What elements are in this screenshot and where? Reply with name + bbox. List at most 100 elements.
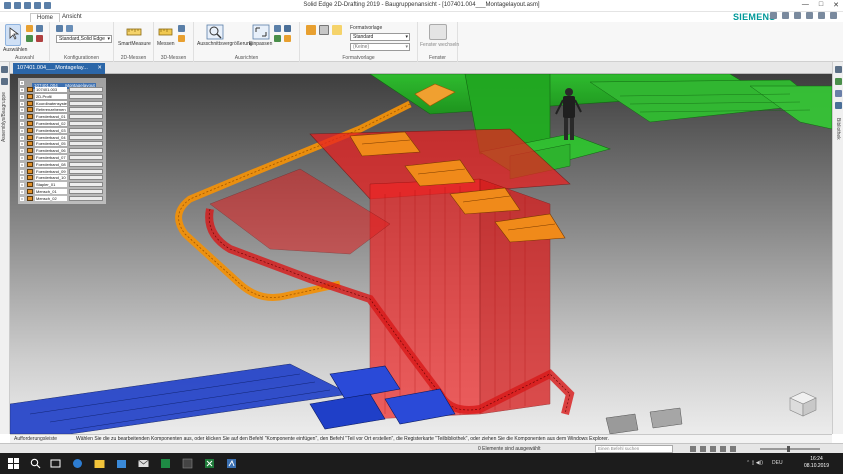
visibility-checkbox[interactable]: [20, 183, 24, 188]
measure-angle-icon[interactable]: [178, 35, 185, 42]
rotate-icon[interactable]: [274, 25, 281, 32]
tree-item[interactable]: Foerderband_08: [20, 161, 104, 168]
visibility-checkbox[interactable]: [20, 115, 24, 120]
close-button[interactable]: ✕: [833, 1, 839, 9]
select-tools-icon[interactable]: [36, 25, 43, 32]
app-icon-dark[interactable]: [182, 458, 193, 469]
excel-icon[interactable]: [204, 458, 215, 469]
visibility-checkbox[interactable]: [20, 101, 24, 106]
visibility-checkbox[interactable]: [20, 162, 24, 167]
switch-window-icon[interactable]: [429, 24, 447, 40]
task-view-icon[interactable]: [50, 458, 61, 469]
einpassen-button[interactable]: Einpassen: [249, 41, 272, 47]
gray-objects[interactable]: [605, 407, 683, 434]
tree-item-field[interactable]: [69, 121, 103, 126]
visibility-checkbox[interactable]: [20, 135, 24, 140]
file-explorer-icon[interactable]: [94, 458, 105, 469]
visibility-checkbox[interactable]: [20, 108, 24, 113]
cube-edges-icon[interactable]: [332, 25, 342, 35]
config-combo[interactable]: Standard,Solid Edge ▾: [56, 35, 112, 43]
tree-item[interactable]: Foerderband_05: [20, 141, 104, 147]
visibility-checkbox[interactable]: [20, 169, 24, 174]
tree-item[interactable]: Foerderband_01: [20, 114, 104, 120]
tree-item-field[interactable]: [69, 148, 103, 154]
visibility-checkbox[interactable]: [20, 156, 24, 160]
tree-item-field[interactable]: [69, 100, 103, 106]
right-panel-label[interactable]: Bibliothek: [835, 118, 841, 140]
visibility-checkbox[interactable]: [20, 81, 24, 85]
tree-item-field[interactable]: [69, 87, 103, 92]
graphics-viewport[interactable]: 107401.004___Montagelayout 107401.003 2D-…: [10, 74, 832, 434]
messen-button[interactable]: Messen: [157, 41, 175, 47]
select-button-label[interactable]: Auswählen: [3, 47, 27, 53]
system-clock[interactable]: 16:24 08.10.2019: [804, 456, 829, 470]
format-filter-combo[interactable]: (Keine) ▾: [350, 43, 410, 51]
tree-item-field[interactable]: [69, 175, 103, 181]
fit-icon[interactable]: [252, 24, 270, 40]
ausschnitt-button[interactable]: Ausschnittsvergrößerung: [197, 41, 253, 47]
visibility-checkbox[interactable]: [20, 142, 24, 147]
tree-item-field[interactable]: [69, 134, 103, 140]
measure-distance-icon[interactable]: [178, 25, 185, 32]
app-icon-green[interactable]: [160, 458, 171, 469]
select-filter-icon[interactable]: [26, 25, 33, 32]
view-icon-4[interactable]: [720, 446, 726, 452]
zoom-slider-track[interactable]: [760, 448, 820, 450]
view-icon-3[interactable]: [710, 446, 716, 452]
close-icon[interactable]: ✕: [97, 65, 102, 71]
tree-item-field[interactable]: [69, 161, 103, 167]
tree-item[interactable]: Foerderband_07: [20, 155, 104, 161]
panel-icon-1[interactable]: [835, 66, 842, 73]
view-icon-5[interactable]: [730, 446, 736, 452]
layers-panel-icon[interactable]: [1, 78, 8, 85]
blue-pallets[interactable]: [10, 363, 456, 434]
panel-icon-3[interactable]: [835, 90, 842, 97]
tree-item-field[interactable]: [69, 127, 103, 133]
visibility-checkbox[interactable]: [20, 128, 24, 133]
visibility-checkbox[interactable]: [20, 190, 24, 194]
assembly-3d-scene[interactable]: [10, 74, 832, 434]
zoom-icon[interactable]: [274, 35, 281, 42]
config-icon-1[interactable]: [56, 25, 63, 32]
tree-item[interactable]: Mensch_01: [20, 189, 104, 195]
tree-item-field[interactable]: [69, 141, 103, 147]
format-style-combo[interactable]: Standard ▾: [350, 33, 410, 41]
tree-item[interactable]: 2D-Profil: [20, 93, 104, 100]
command-search-input[interactable]: Einen Befehl suchen: [595, 445, 673, 453]
tree-item[interactable]: Mensch_02: [20, 195, 104, 202]
solid-edge-icon[interactable]: [226, 458, 237, 469]
windows-start-icon[interactable]: [8, 458, 19, 469]
view-orient-icon[interactable]: [284, 35, 291, 42]
cube-wireframe-icon[interactable]: [319, 25, 329, 35]
search-icon[interactable]: [30, 458, 41, 469]
assembly-panel-icon[interactable]: [1, 66, 8, 73]
smartmeasure-button[interactable]: SmartMeasure: [118, 41, 151, 47]
tree-root-row[interactable]: 107401.004___Montagelayout: [20, 80, 104, 89]
left-panel-label[interactable]: Assemblys/Baugruppe: [1, 92, 7, 142]
measure-icon[interactable]: [157, 24, 175, 40]
tree-item[interactable]: Referenzebenen: [20, 107, 104, 113]
view-cube-icon[interactable]: [786, 388, 820, 418]
tree-item-field[interactable]: [69, 189, 103, 194]
window-icon[interactable]: [794, 12, 801, 19]
tree-item-field[interactable]: [69, 93, 103, 99]
tree-item[interactable]: Foerderband_06: [20, 148, 104, 154]
config-icon-2[interactable]: [66, 25, 73, 32]
tree-item-field[interactable]: [69, 114, 103, 120]
visibility-checkbox[interactable]: [20, 94, 24, 99]
tree-item-field[interactable]: [69, 195, 103, 201]
assembly-tree[interactable]: 107401.004___Montagelayout 107401.003 2D-…: [18, 78, 106, 204]
visibility-checkbox[interactable]: [20, 149, 24, 154]
view-icon-1[interactable]: [690, 446, 696, 452]
tree-item[interactable]: Foerderband_03: [20, 127, 104, 134]
maximize-button[interactable]: □: [819, 1, 823, 9]
panel-icon-2[interactable]: [835, 78, 842, 85]
help-icon[interactable]: [770, 12, 777, 19]
visibility-checkbox[interactable]: [20, 176, 24, 181]
deselect-icon[interactable]: [36, 35, 43, 42]
tree-item[interactable]: Koordinatensystem: [20, 100, 104, 107]
restore-icon[interactable]: [818, 12, 825, 19]
visibility-checkbox[interactable]: [20, 122, 24, 126]
tree-item[interactable]: Foerderband_10: [20, 175, 104, 181]
tree-item-field[interactable]: [69, 155, 103, 160]
